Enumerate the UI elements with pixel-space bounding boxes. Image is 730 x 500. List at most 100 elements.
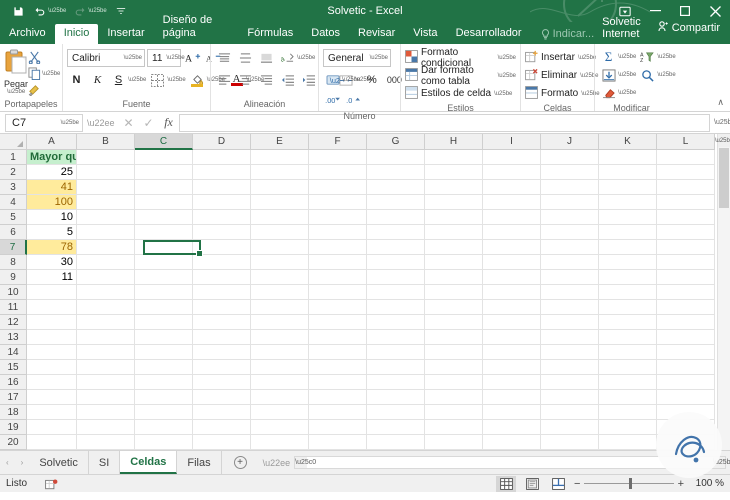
cell-G16[interactable] — [367, 375, 425, 390]
orientation-split-button[interactable]: a \u25be — [278, 49, 315, 67]
cell-L20[interactable] — [657, 435, 715, 450]
cell-L19[interactable] — [657, 420, 715, 435]
cell-K17[interactable] — [599, 390, 657, 405]
cell-E4[interactable] — [251, 195, 309, 210]
cell-A1[interactable]: Mayor que 32 — [27, 150, 77, 165]
cell-G12[interactable] — [367, 315, 425, 330]
cell-I17[interactable] — [483, 390, 541, 405]
cell-C12[interactable] — [135, 315, 193, 330]
cell-A2[interactable]: 25 — [27, 165, 77, 180]
cell-D18[interactable] — [193, 405, 251, 420]
increase-indent-button[interactable] — [299, 71, 318, 89]
cell-C19[interactable] — [135, 420, 193, 435]
orientation-dropdown-icon[interactable]: \u25be — [297, 55, 315, 61]
align-bottom-button[interactable] — [257, 49, 276, 67]
cell-F4[interactable] — [309, 195, 367, 210]
cell-F10[interactable] — [309, 285, 367, 300]
cell-I10[interactable] — [483, 285, 541, 300]
cell-L3[interactable] — [657, 180, 715, 195]
cell-J4[interactable] — [541, 195, 599, 210]
cell-G17[interactable] — [367, 390, 425, 405]
cell-H16[interactable] — [425, 375, 483, 390]
borders-icon[interactable] — [148, 71, 167, 89]
format-painter-button[interactable] — [28, 82, 60, 97]
cell-G1[interactable] — [367, 150, 425, 165]
cell-K2[interactable] — [599, 165, 657, 180]
cell-G2[interactable] — [367, 165, 425, 180]
row-header-17[interactable]: 17 — [0, 390, 27, 405]
row-header-5[interactable]: 5 — [0, 210, 27, 225]
tell-me-search[interactable]: Indicar... — [531, 25, 603, 44]
cell-E8[interactable] — [251, 255, 309, 270]
cell-L13[interactable] — [657, 330, 715, 345]
cell-C14[interactable] — [135, 345, 193, 360]
cell-F1[interactable] — [309, 150, 367, 165]
cell-L10[interactable] — [657, 285, 715, 300]
cell-L6[interactable] — [657, 225, 715, 240]
cell-F14[interactable] — [309, 345, 367, 360]
align-center-button[interactable] — [236, 71, 255, 89]
row-header-2[interactable]: 2 — [0, 165, 27, 180]
previous-sheet-icon[interactable]: ‹ — [6, 458, 9, 467]
cell-L2[interactable] — [657, 165, 715, 180]
cell-D14[interactable] — [193, 345, 251, 360]
cell-A11[interactable] — [27, 300, 77, 315]
delete-cells-button[interactable]: Eliminar \u25be — [525, 67, 598, 84]
cell-J6[interactable] — [541, 225, 599, 240]
row-header-7[interactable]: 7 — [0, 240, 27, 255]
cell-D7[interactable] — [193, 240, 251, 255]
cell-J1[interactable] — [541, 150, 599, 165]
cell-E9[interactable] — [251, 270, 309, 285]
cell-H11[interactable] — [425, 300, 483, 315]
row-header-19[interactable]: 19 — [0, 420, 27, 435]
cell-D11[interactable] — [193, 300, 251, 315]
zoom-thumb[interactable] — [629, 478, 632, 489]
row-header-10[interactable]: 10 — [0, 285, 27, 300]
cell-A5[interactable]: 10 — [27, 210, 77, 225]
cell-H20[interactable] — [425, 435, 483, 450]
cell-C10[interactable] — [135, 285, 193, 300]
cell-A19[interactable] — [27, 420, 77, 435]
cell-H12[interactable] — [425, 315, 483, 330]
cell-J19[interactable] — [541, 420, 599, 435]
cell-L12[interactable] — [657, 315, 715, 330]
number-format-combo[interactable]: General \u25be — [323, 49, 391, 67]
cell-D13[interactable] — [193, 330, 251, 345]
column-header-C[interactable]: C — [135, 134, 193, 150]
cell-E2[interactable] — [251, 165, 309, 180]
column-header-A[interactable]: A — [27, 134, 77, 150]
font-size-dropdown-icon[interactable]: \u25be — [162, 55, 184, 61]
cell-C18[interactable] — [135, 405, 193, 420]
cell-K4[interactable] — [599, 195, 657, 210]
increase-font-size-button[interactable]: A — [183, 49, 202, 67]
percent-style-button[interactable]: % — [362, 71, 381, 89]
cell-D12[interactable] — [193, 315, 251, 330]
cell-J3[interactable] — [541, 180, 599, 195]
cell-G20[interactable] — [367, 435, 425, 450]
cell-I15[interactable] — [483, 360, 541, 375]
column-header-K[interactable]: K — [599, 134, 657, 150]
column-header-E[interactable]: E — [251, 134, 309, 150]
cell-K14[interactable] — [599, 345, 657, 360]
cell-B4[interactable] — [77, 195, 135, 210]
row-header-8[interactable]: 8 — [0, 255, 27, 270]
cell-L7[interactable] — [657, 240, 715, 255]
column-header-H[interactable]: H — [425, 134, 483, 150]
cell-C3[interactable] — [135, 180, 193, 195]
cell-E15[interactable] — [251, 360, 309, 375]
ribbon-tab-revisar[interactable]: Revisar — [349, 24, 404, 44]
align-top-button[interactable] — [215, 49, 234, 67]
accounting-dropdown-icon[interactable]: \u25be — [342, 77, 360, 83]
clear-split-button[interactable]: \u25be — [599, 84, 636, 102]
cell-B18[interactable] — [77, 405, 135, 420]
row-header-6[interactable]: 6 — [0, 225, 27, 240]
cell-I11[interactable] — [483, 300, 541, 315]
row-header-20[interactable]: 20 — [0, 435, 27, 450]
cell-B20[interactable] — [77, 435, 135, 450]
cell-L18[interactable] — [657, 405, 715, 420]
cell-K1[interactable] — [599, 150, 657, 165]
vertical-scrollbar[interactable]: \u25b2 — [715, 134, 730, 450]
page-layout-view-icon[interactable] — [522, 476, 542, 492]
cell-E5[interactable] — [251, 210, 309, 225]
cell-I1[interactable] — [483, 150, 541, 165]
